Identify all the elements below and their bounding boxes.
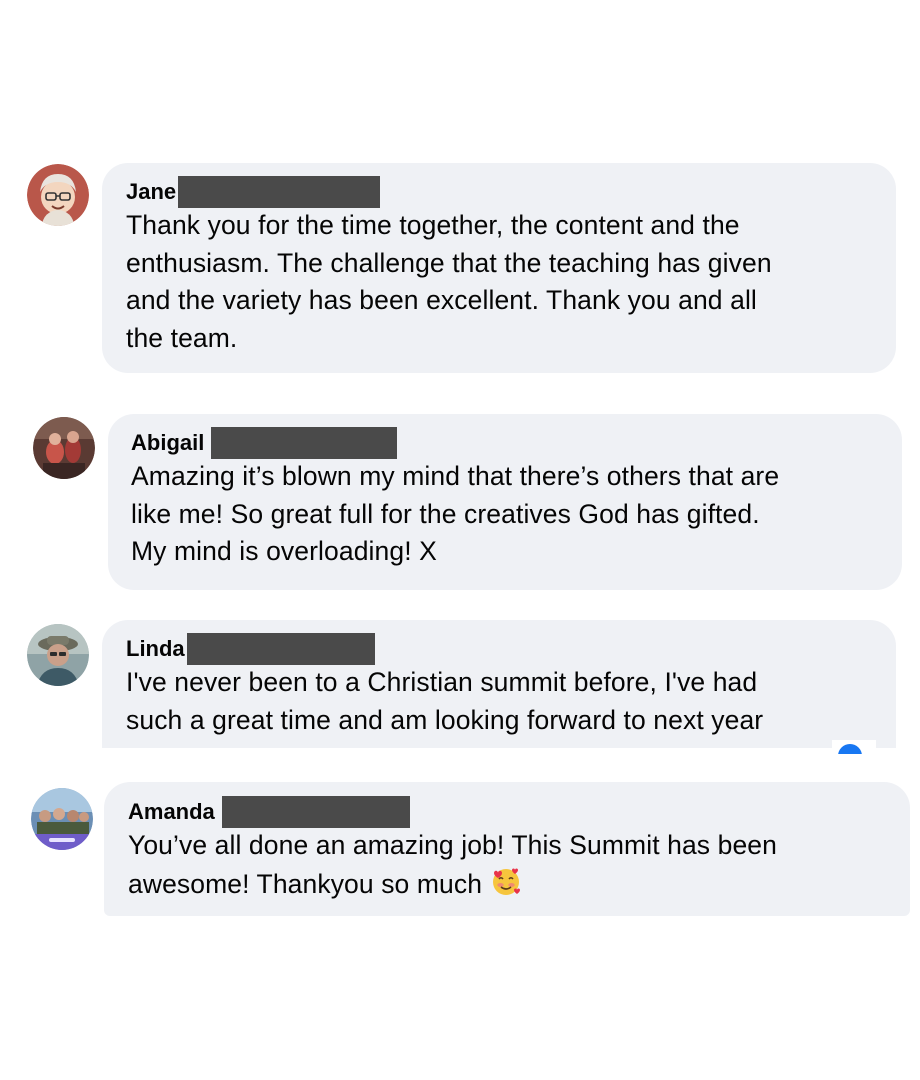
comment-header: Abigail bbox=[131, 427, 878, 459]
photo-avatar-icon bbox=[27, 624, 89, 686]
comment-text: Thank you for the time together, the con… bbox=[126, 210, 772, 353]
avatar[interactable] bbox=[33, 417, 95, 479]
comment-bubble: Abigail Amazing it’s blown my mind that … bbox=[108, 414, 902, 590]
avatar[interactable] bbox=[31, 788, 93, 850]
comment-author[interactable]: Abigail bbox=[131, 428, 204, 458]
comment-bubble: Linda I've never been to a Christian sum… bbox=[102, 620, 896, 748]
photo-avatar-icon bbox=[33, 417, 95, 479]
group-photo-avatar-icon bbox=[31, 788, 93, 850]
comment-bubble: Amanda You’ve all done an amazing job! T… bbox=[104, 782, 910, 916]
avatar[interactable] bbox=[27, 624, 89, 686]
avatar[interactable] bbox=[27, 164, 89, 226]
redacted-surname bbox=[221, 796, 410, 828]
comment-text: You’ve all done an amazing job! This Sum… bbox=[128, 827, 886, 903]
comment-bubble: Jane Thank you for the time together, th… bbox=[102, 163, 896, 373]
bitmoji-avatar-icon bbox=[27, 164, 89, 226]
redacted-surname bbox=[186, 633, 375, 665]
comment-header: Amanda bbox=[128, 796, 886, 828]
comment-text: Amazing it’s blown my mind that there’s … bbox=[131, 461, 780, 566]
comment-text: I've never been to a Christian summit be… bbox=[126, 667, 764, 735]
comment-text-body: You’ve all done an amazing job! This Sum… bbox=[128, 830, 777, 899]
comment-author[interactable]: Amanda bbox=[128, 797, 215, 827]
comment-author[interactable]: Linda bbox=[126, 634, 185, 664]
reaction-badge[interactable] bbox=[832, 740, 876, 754]
comment-header: Linda bbox=[126, 633, 872, 665]
like-reaction-icon bbox=[832, 740, 876, 754]
redacted-surname bbox=[178, 176, 381, 208]
smiling-face-with-hearts-icon bbox=[492, 868, 520, 895]
comment-header: Jane bbox=[126, 176, 872, 208]
comment-author[interactable]: Jane bbox=[126, 177, 176, 207]
redacted-surname bbox=[211, 427, 398, 459]
